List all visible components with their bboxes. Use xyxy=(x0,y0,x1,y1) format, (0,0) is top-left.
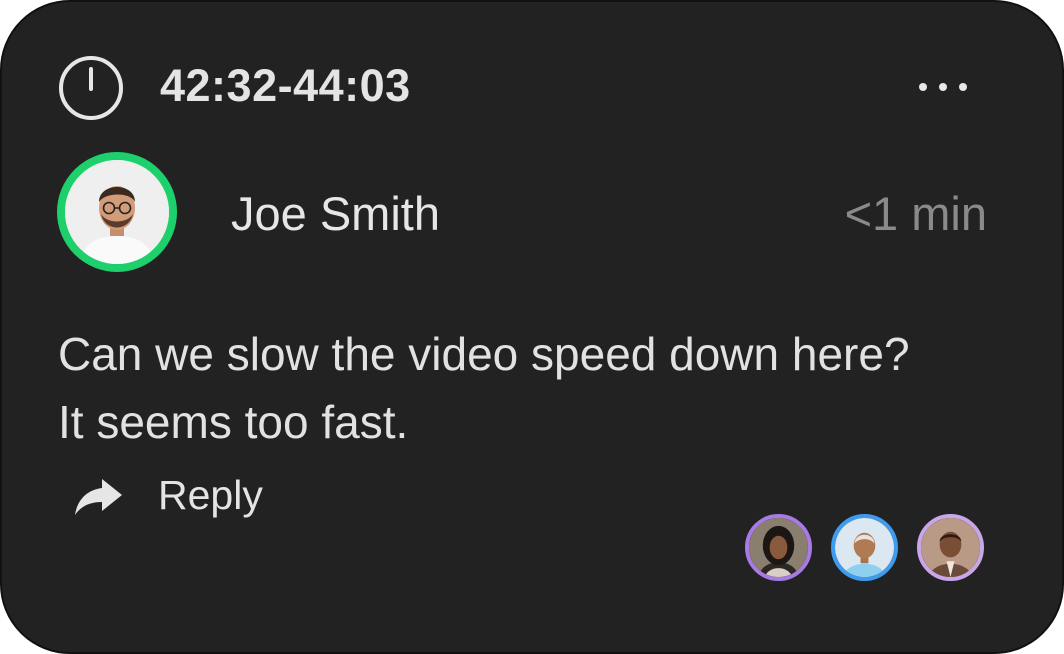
participant-avatar[interactable] xyxy=(745,514,812,581)
comment-message-line: Can we slow the video speed down here? xyxy=(58,328,910,380)
more-options-icon[interactable] xyxy=(919,72,979,102)
comment-message-line: It seems too fast. xyxy=(58,396,409,448)
comment-message: Can we slow the video speed down here? I… xyxy=(58,320,1028,456)
timer-icon xyxy=(59,56,123,120)
participant-avatar[interactable] xyxy=(917,514,984,581)
reply-arrow-icon xyxy=(75,478,122,515)
comment-card: 42:32-44:03 Joe Smith <1 min Can we slow… xyxy=(0,0,1064,654)
participant-avatar[interactable] xyxy=(831,514,898,581)
timestamp-range: 42:32-44:03 xyxy=(160,60,411,111)
author-name[interactable]: Joe Smith xyxy=(231,186,440,241)
author-avatar[interactable] xyxy=(57,152,177,272)
reply-button[interactable]: Reply xyxy=(72,472,263,519)
comment-time-ago: <1 min xyxy=(844,187,987,240)
reply-label: Reply xyxy=(158,472,263,518)
